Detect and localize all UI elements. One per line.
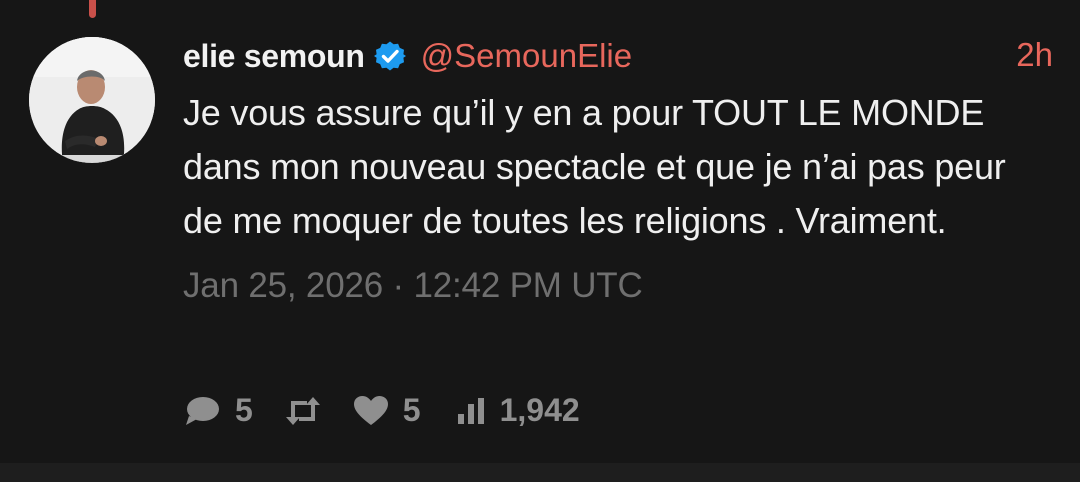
retweet-button[interactable] (283, 396, 323, 426)
divider (0, 463, 1080, 482)
tweet-header: elie semoun @SemounElie 2h (183, 30, 1053, 82)
view-count: 1,942 (499, 392, 580, 428)
bar-chart-icon (457, 397, 484, 424)
thread-connector-line (89, 0, 96, 18)
tweet-text: Je vous assure qu’il y en a pour TOUT LE… (183, 92, 1006, 241)
author-handle[interactable]: @SemounElie (421, 37, 632, 75)
author-name[interactable]: elie semoun (183, 38, 365, 75)
like-button[interactable]: 5 (353, 392, 421, 429)
tweet-actions: 5 5 1,942 (183, 392, 580, 429)
tweet: elie semoun @SemounElie 2h Je vous assur… (183, 30, 1053, 306)
heart-icon (353, 395, 388, 425)
views-button[interactable]: 1,942 (456, 392, 580, 429)
relative-time[interactable]: 2h (1016, 36, 1053, 74)
reply-count: 5 (235, 392, 253, 428)
avatar[interactable] (29, 37, 155, 163)
verified-badge-icon (373, 40, 406, 72)
avatar-photo (29, 37, 155, 163)
reply-button[interactable]: 5 (183, 392, 253, 429)
speech-bubble-icon (186, 396, 219, 425)
retweet-icon (285, 396, 320, 425)
tweet-timestamp[interactable]: Jan 25, 2026 · 12:42 PM UTC (183, 266, 1053, 306)
like-count: 5 (402, 392, 421, 428)
